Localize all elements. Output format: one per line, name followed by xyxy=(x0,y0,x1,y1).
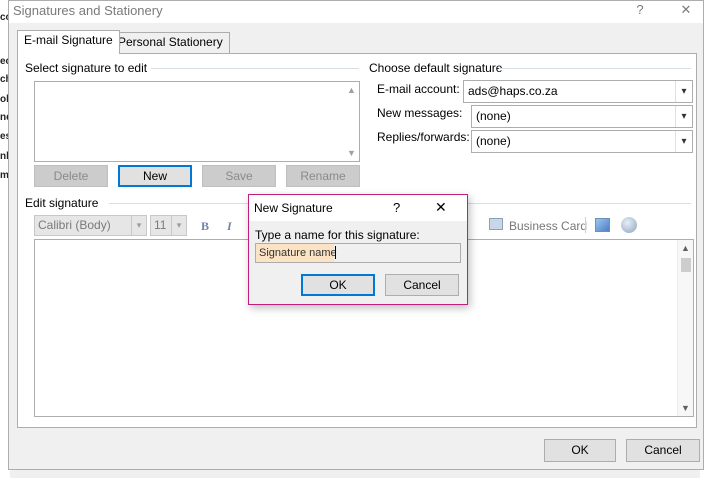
chevron-down-icon[interactable]: ▾ xyxy=(675,81,692,102)
new-signature-dialog: New Signature ? ✕ Type a name for this s… xyxy=(248,194,468,305)
signature-name-input[interactable] xyxy=(256,244,460,262)
email-account-label: E-mail account: xyxy=(377,82,460,96)
replies-forwards-select[interactable]: (none) ▾ xyxy=(471,130,693,153)
insert-hyperlink-icon[interactable] xyxy=(621,217,637,233)
window-title: Signatures and Stationery xyxy=(13,3,163,18)
scroll-down-icon[interactable]: ▼ xyxy=(681,403,690,413)
font-name-select[interactable]: Calibri (Body) ▾ xyxy=(34,215,147,236)
tab-email-signature[interactable]: E-mail Signature xyxy=(17,30,120,54)
default-signature-label: Choose default signature xyxy=(369,61,503,75)
chevron-down-icon[interactable]: ▾ xyxy=(131,216,146,235)
new-button[interactable]: New xyxy=(118,165,192,187)
title-bar: Signatures and Stationery ? ✕ xyxy=(9,1,703,23)
delete-button[interactable]: Delete xyxy=(34,165,108,187)
dialog-ok-button[interactable]: OK xyxy=(301,274,375,296)
business-card-button[interactable]: Business Card xyxy=(509,219,587,233)
chevron-down-icon[interactable]: ▾ xyxy=(675,131,692,152)
group-divider xyxy=(151,68,359,69)
dialog-title: New Signature xyxy=(254,201,333,215)
bold-button[interactable]: B xyxy=(201,219,209,234)
group-divider xyxy=(499,68,691,69)
email-account-select[interactable]: ads@haps.co.za ▾ xyxy=(463,80,693,103)
close-button[interactable]: ✕ xyxy=(671,1,701,21)
business-card-icon xyxy=(489,218,503,230)
editor-scrollbar[interactable]: ▲ ▼ xyxy=(677,240,693,416)
ok-button[interactable]: OK xyxy=(544,439,616,462)
signature-list[interactable]: ▲ ▼ xyxy=(34,81,360,162)
text-caret xyxy=(335,246,336,259)
replies-forwards-label: Replies/forwards: xyxy=(377,130,470,144)
save-button[interactable]: Save xyxy=(202,165,276,187)
chevron-down-icon[interactable]: ▾ xyxy=(171,216,186,235)
scroll-down-icon[interactable]: ▼ xyxy=(347,148,356,158)
scroll-up-icon[interactable]: ▲ xyxy=(347,85,356,95)
new-messages-select[interactable]: (none) ▾ xyxy=(471,105,693,128)
dialog-close-button[interactable]: ✕ xyxy=(435,199,447,216)
signature-name-field[interactable] xyxy=(255,243,461,263)
dialog-cancel-button[interactable]: Cancel xyxy=(385,274,459,296)
new-messages-label: New messages: xyxy=(377,106,463,120)
scroll-thumb[interactable] xyxy=(681,258,691,272)
scroll-up-icon[interactable]: ▲ xyxy=(681,243,690,253)
dialog-help-button[interactable]: ? xyxy=(393,200,400,215)
help-button[interactable]: ? xyxy=(625,1,655,21)
italic-button[interactable]: I xyxy=(227,219,232,234)
signature-list-scrollbar[interactable]: ▲ ▼ xyxy=(344,82,359,161)
tab-personal-stationery[interactable]: Personal Stationery xyxy=(111,32,230,53)
insert-picture-icon[interactable] xyxy=(595,218,610,232)
dialog-prompt: Type a name for this signature: xyxy=(255,228,420,242)
toolbar-divider xyxy=(585,217,586,233)
rename-button[interactable]: Rename xyxy=(286,165,360,187)
edit-signature-label: Edit signature xyxy=(25,196,99,210)
chevron-down-icon[interactable]: ▾ xyxy=(675,106,692,127)
cancel-button[interactable]: Cancel xyxy=(626,439,700,462)
select-signature-label: Select signature to edit xyxy=(25,61,148,75)
font-size-select[interactable]: 11 ▾ xyxy=(150,215,187,236)
dialog-title-bar: New Signature ? ✕ xyxy=(249,195,467,221)
